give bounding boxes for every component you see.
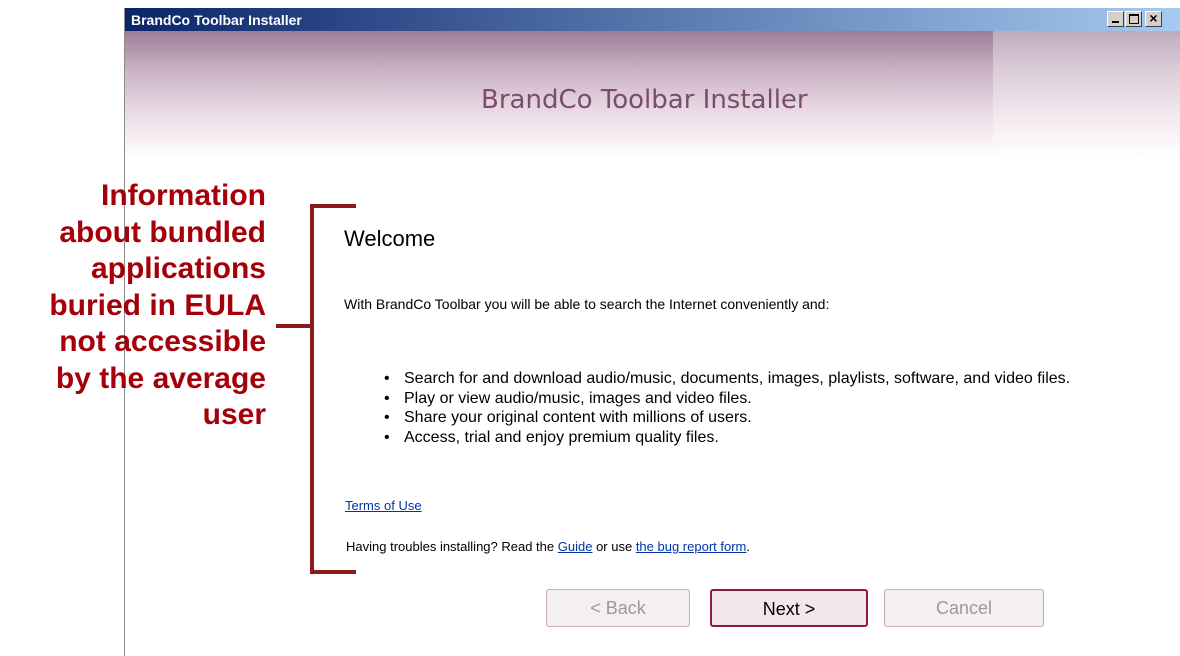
list-item: Access, trial and enjoy premium quality … xyxy=(384,428,1070,448)
terms-of-use-link[interactable]: Terms of Use xyxy=(345,498,422,513)
annotation-line: Information xyxy=(101,179,266,212)
list-item: Search for and download audio/music, doc… xyxy=(384,369,1070,389)
cancel-button[interactable]: Cancel xyxy=(884,589,1044,627)
header-banner: BrandCo Toolbar Installer xyxy=(125,31,1180,159)
back-button[interactable]: < Back xyxy=(546,589,690,627)
guide-link[interactable]: Guide xyxy=(558,539,593,554)
help-prefix: Having troubles installing? Read the xyxy=(346,539,558,554)
banner-title: BrandCo Toolbar Installer xyxy=(481,85,808,115)
minimize-icon xyxy=(1112,21,1119,23)
annotation-bracket-top xyxy=(310,204,356,208)
list-item: Play or view audio/music, images and vid… xyxy=(384,389,1070,409)
installer-window: BrandCo Toolbar Installer × BrandCo Tool… xyxy=(124,8,1180,656)
annotation-bracket xyxy=(310,204,314,572)
annotation-line: applications xyxy=(90,252,266,285)
window-title: BrandCo Toolbar Installer xyxy=(131,12,302,28)
help-middle: or use xyxy=(592,539,636,554)
annotation-line: not accessible xyxy=(59,325,266,358)
list-item: Share your original content with million… xyxy=(384,408,1070,428)
annotation-bracket-bottom xyxy=(310,570,356,574)
intro-text: With BrandCo Toolbar you will be able to… xyxy=(344,296,830,312)
help-suffix: . xyxy=(746,539,750,554)
annotation-line: buried in EULA xyxy=(49,288,266,322)
bug-report-link[interactable]: the bug report form xyxy=(636,539,747,554)
annotation-line: by the average xyxy=(55,361,266,395)
annotation-connector xyxy=(276,324,312,328)
welcome-heading: Welcome xyxy=(344,226,436,251)
minimize-button[interactable] xyxy=(1107,11,1124,27)
annotation-line: about bundled xyxy=(59,215,266,249)
next-button[interactable]: Next > xyxy=(710,589,868,627)
maximize-icon xyxy=(1129,14,1139,24)
close-button[interactable]: × xyxy=(1145,10,1162,27)
annotation-line: user xyxy=(202,398,266,431)
maximize-button[interactable] xyxy=(1125,11,1142,27)
title-bar[interactable]: BrandCo Toolbar Installer × xyxy=(125,8,1180,31)
help-text: Having troubles installing? Read the Gui… xyxy=(346,539,750,554)
banner-decoration xyxy=(993,31,1180,159)
annotation-callout: Information about bundled applications b… xyxy=(0,178,266,434)
feature-list: Search for and download audio/music, doc… xyxy=(384,369,1070,448)
close-icon: × xyxy=(1149,10,1158,26)
